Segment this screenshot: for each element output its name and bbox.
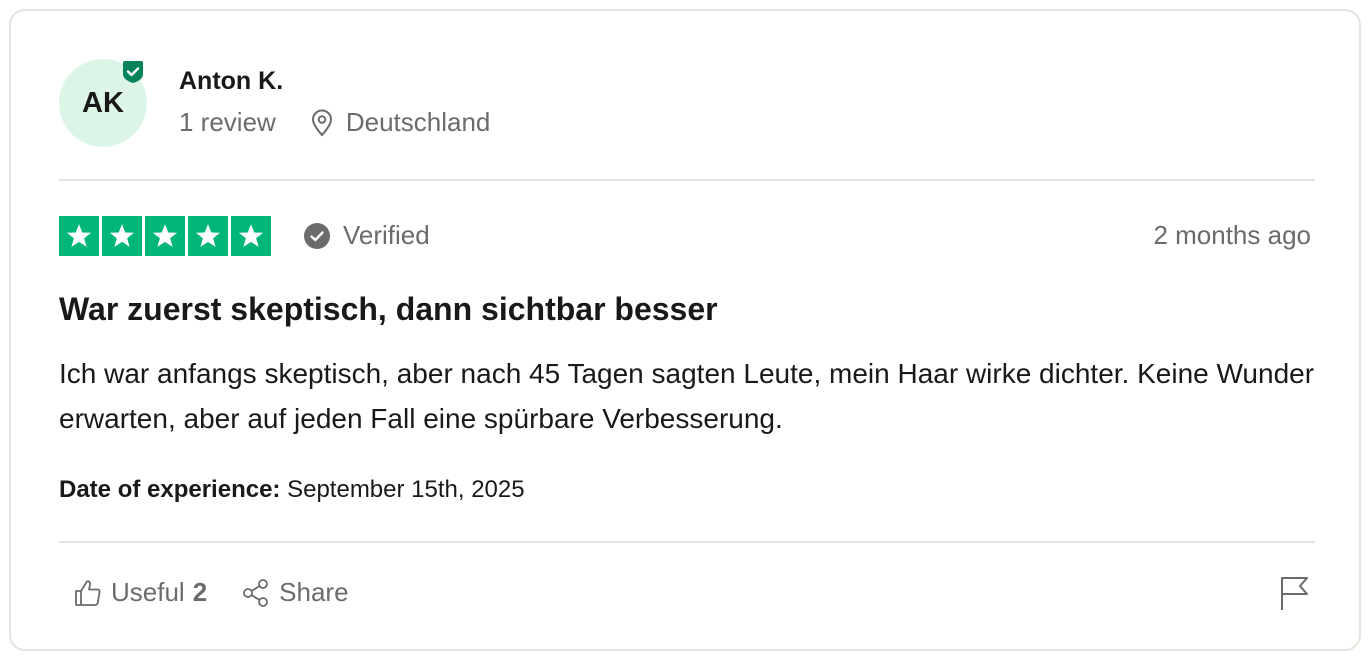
star-icon: [145, 216, 185, 256]
star-icon: [102, 216, 142, 256]
experience-date: September 15th, 2025: [287, 476, 525, 503]
review-date: 2 months ago: [1153, 220, 1311, 250]
share-button[interactable]: Share: [241, 577, 349, 608]
useful-button[interactable]: Useful 2: [73, 577, 207, 608]
report-button[interactable]: [1279, 576, 1311, 612]
location-pin-icon: [310, 109, 334, 137]
review-body: Ich war anfangs skeptisch, aber nach 45 …: [59, 358, 1315, 434]
divider: [59, 541, 1315, 543]
avatar-initials: AK: [82, 86, 124, 119]
verified-badge-icon: [121, 60, 145, 84]
share-icon: [241, 578, 271, 608]
useful-count: 2: [192, 577, 208, 607]
review-card: AK Anton K. 1 review Deutschland Verifie…: [9, 9, 1361, 651]
star-icon: [188, 216, 228, 256]
star-icon: [231, 216, 271, 256]
date-of-experience: Date of experience: September 15th, 2025: [59, 476, 525, 504]
review-actions: Useful 2 Share: [73, 577, 349, 608]
verified-text: Verified: [343, 220, 430, 250]
reviewer-meta: 1 review Deutschland: [179, 107, 490, 138]
review-count: 1 review: [179, 107, 276, 137]
flag-icon: [1279, 576, 1311, 612]
star-rating: [59, 216, 271, 256]
share-label: Share: [279, 577, 349, 607]
check-circle-icon: [303, 222, 331, 250]
reviewer-name[interactable]: Anton K.: [179, 67, 283, 96]
review-title[interactable]: War zuerst skeptisch, dann sichtbar bess…: [59, 291, 718, 328]
divider: [59, 179, 1315, 181]
verified-label[interactable]: Verified: [303, 220, 430, 251]
experience-label: Date of experience:: [59, 476, 281, 503]
useful-label: Useful: [111, 577, 185, 607]
reviewer-location: Deutschland: [345, 107, 491, 137]
star-icon: [59, 216, 99, 256]
thumbs-up-icon: [73, 578, 103, 608]
